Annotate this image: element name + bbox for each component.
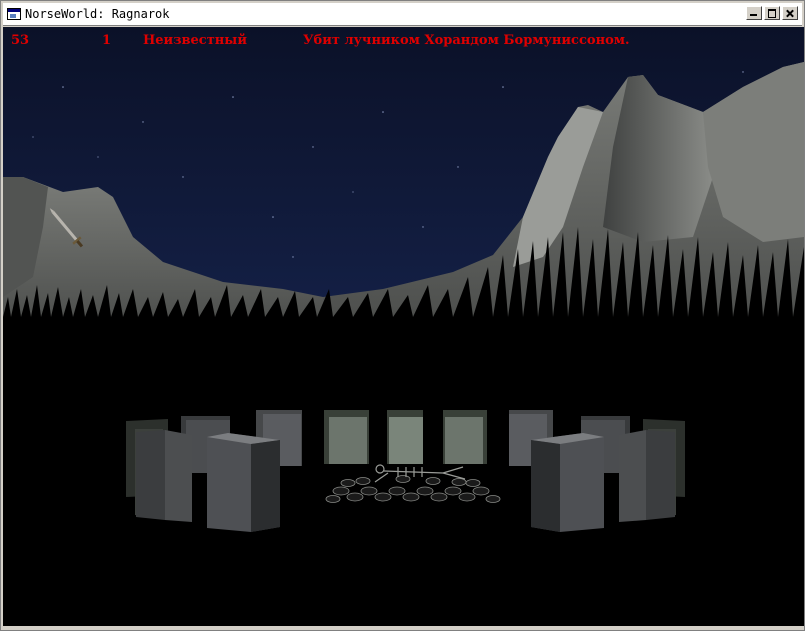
- score-counter: 53: [11, 33, 30, 48]
- minimize-button[interactable]: [746, 6, 762, 20]
- game-viewport[interactable]: 53 1 Неизвестный Убит лучником Хорандом …: [3, 27, 804, 626]
- front-stone: [531, 433, 604, 532]
- game-window: NorseWorld: Ragnarok 53 1 Неизвестный Уб…: [0, 0, 805, 631]
- app-window-icon[interactable]: [7, 8, 21, 20]
- player-name: Неизвестный: [143, 33, 247, 48]
- lives-counter: 1: [102, 33, 112, 48]
- back-stone: [387, 410, 423, 464]
- back-stone: [324, 410, 369, 464]
- back-stone: [443, 410, 487, 464]
- game-scene: [3, 27, 804, 626]
- window-controls: [746, 6, 798, 20]
- window-title: NorseWorld: Ragnarok: [25, 7, 170, 21]
- front-stone: [207, 433, 280, 532]
- close-button[interactable]: [782, 6, 798, 20]
- front-stone: [619, 430, 675, 522]
- maximize-button[interactable]: [764, 6, 780, 20]
- kill-message: Убит лучником Хорандом Бормуниссоном.: [303, 33, 630, 48]
- front-stone: [136, 430, 192, 522]
- hud-status-line: 53 1 Неизвестный Убит лучником Хорандом …: [3, 33, 804, 53]
- title-bar[interactable]: NorseWorld: Ragnarok: [3, 3, 802, 26]
